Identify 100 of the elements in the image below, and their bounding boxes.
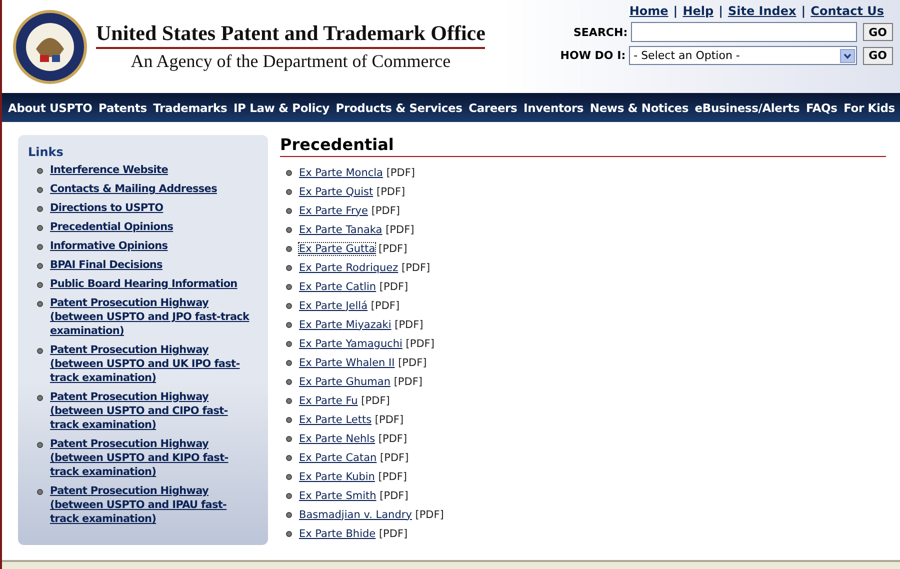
bullet-icon xyxy=(286,208,292,214)
document-link[interactable]: Ex Parte Frye xyxy=(299,204,368,216)
document-link[interactable]: Ex Parte Rodriquez xyxy=(299,262,398,274)
document-link[interactable]: Ex Parte Nehls xyxy=(299,432,376,444)
document-entry: Ex Parte Quist [PDF] xyxy=(299,186,406,198)
how-do-i-label: HOW DO I: xyxy=(560,49,626,62)
bullet-icon xyxy=(286,398,292,404)
sidebar-link[interactable]: Patent Prosecution Highway (between USPTO and UK IPO fast-track examination) xyxy=(50,343,254,385)
document-entry: Ex Parte Smith [PDF] xyxy=(299,490,408,502)
site-subtitle: An Agency of the Department of Commerce xyxy=(130,51,452,72)
bullet-icon xyxy=(37,282,43,288)
nav-link[interactable]: eBusiness/Alerts xyxy=(694,100,800,114)
link-separator: | xyxy=(801,4,806,18)
document-link[interactable]: Ex Parte Jellá xyxy=(299,300,368,312)
section-heading: Precedential xyxy=(280,135,886,157)
sidebar-link[interactable]: Interference Website xyxy=(50,163,168,177)
panel-title: Links xyxy=(28,145,64,159)
document-link[interactable]: Ex Parte Whalen II xyxy=(299,356,395,368)
link-separator: | xyxy=(718,4,723,18)
document-entry: Ex Parte Frye [PDF] xyxy=(299,204,400,216)
document-entry: Ex Parte Moncla [PDF] xyxy=(299,166,415,178)
search-field[interactable] xyxy=(630,22,857,42)
document-link[interactable]: Ex Parte Kubin xyxy=(299,470,375,482)
bullet-icon xyxy=(286,322,292,328)
document-link[interactable]: Ex Parte Miyazaki xyxy=(299,318,392,330)
sidebar-link[interactable]: BPAI Final Decisions xyxy=(50,258,162,272)
nav-link[interactable]: For Kids xyxy=(844,100,895,114)
sidebar-link[interactable]: Patent Prosecution Highway (between USPTO and IPAU fast-track examination) xyxy=(50,484,254,526)
bullet-icon xyxy=(286,492,292,498)
option-dropdown[interactable]: - Select an Option - xyxy=(628,46,857,65)
document-entry: Ex Parte Kubin [PDF] xyxy=(299,470,407,482)
bullet-icon xyxy=(286,246,292,252)
header-link[interactable]: Home xyxy=(629,4,668,18)
go-button[interactable]: GO xyxy=(862,23,893,41)
document-entry: Ex Parte Jellá [PDF] xyxy=(299,300,400,312)
document-link[interactable]: Ex Parte Gutta xyxy=(299,242,376,254)
bullet-icon xyxy=(286,340,292,346)
document-link[interactable]: Ex Parte Yamaguchi xyxy=(299,338,402,350)
bullet-icon xyxy=(286,378,292,384)
site-title: United States Patent and Trademark Office xyxy=(96,21,486,49)
sidebar-link[interactable]: Precedential Opinions xyxy=(50,220,174,234)
sidebar-link[interactable]: Public Board Hearing Information xyxy=(50,277,238,291)
nav-link[interactable]: Patents xyxy=(98,100,147,114)
document-link[interactable]: Ex Parte Catlin xyxy=(299,280,376,292)
bullet-icon xyxy=(286,226,292,232)
document-entry: Ex Parte Rodriquez [PDF] xyxy=(299,262,430,274)
header-link[interactable]: Site Index xyxy=(728,4,796,18)
search-label: SEARCH: xyxy=(574,26,628,38)
nav-link[interactable]: News & Notices xyxy=(590,100,688,114)
sidebar-link[interactable]: Patent Prosecution Highway (between USPTO and KIPO fast-track examination) xyxy=(50,437,254,479)
document-link[interactable]: Basmadjian v. Landry xyxy=(299,508,412,520)
bullet-icon xyxy=(286,436,292,442)
sidebar-link[interactable]: Contacts & Mailing Addresses xyxy=(50,182,217,196)
bullet-icon xyxy=(286,170,292,176)
bullet-icon xyxy=(286,416,292,422)
bullet-icon xyxy=(286,530,292,536)
bullet-icon xyxy=(37,442,43,448)
sidebar-link[interactable]: Patent Prosecution Highway (between USPTO and CIPO fast-track examination) xyxy=(50,390,254,432)
document-link[interactable]: Ex Parte Fu xyxy=(299,394,358,406)
bullet-icon xyxy=(37,168,43,174)
document-entry: Ex Parte Catlin [PDF] xyxy=(299,280,408,292)
nav-link[interactable]: Products & Services xyxy=(336,100,462,114)
document-link[interactable]: Ex Parte Tanaka xyxy=(299,224,382,236)
nav-link[interactable]: About USPTO xyxy=(8,100,92,114)
bullet-icon xyxy=(286,188,292,194)
bullet-icon xyxy=(286,284,292,290)
document-link[interactable]: Ex Parte Smith xyxy=(299,490,376,502)
document-link[interactable]: Ex Parte Catan xyxy=(299,452,377,464)
nav-link[interactable]: Careers xyxy=(468,100,518,114)
document-entry: Ex Parte Tanaka [PDF] xyxy=(299,224,414,236)
document-link[interactable]: Ex Parte Ghuman xyxy=(299,376,390,388)
document-entry: Ex Parte Nehls [PDF] xyxy=(299,432,408,444)
bullet-icon xyxy=(37,225,43,231)
bullet-icon xyxy=(286,302,292,308)
document-link[interactable]: Ex Parte Quist xyxy=(299,186,374,198)
nav-link[interactable]: Inventors xyxy=(524,100,584,114)
bullet-icon xyxy=(286,264,292,270)
nav-link[interactable]: FAQs xyxy=(806,100,838,114)
bullet-icon xyxy=(37,348,43,354)
bullet-icon xyxy=(37,395,43,401)
nav-link[interactable]: IP Law & Policy xyxy=(233,100,330,114)
sidebar-link[interactable]: Directions to USPTO xyxy=(50,201,164,215)
document-entry: Ex Parte Whalen II [PDF] xyxy=(299,356,427,368)
document-entry: Ex Parte Miyazaki [PDF] xyxy=(299,318,424,330)
header-link[interactable]: Contact Us xyxy=(810,4,884,18)
bullet-icon xyxy=(286,360,292,366)
document-entry: Ex Parte Gutta [PDF] xyxy=(299,242,408,254)
bullet-icon xyxy=(37,301,43,307)
document-link[interactable]: Ex Parte Moncla xyxy=(299,166,383,178)
nav-link[interactable]: Trademarks xyxy=(153,100,228,114)
document-entry: Ex Parte Yamaguchi [PDF] xyxy=(299,338,434,350)
header-link[interactable]: Help xyxy=(682,4,714,18)
bullet-icon xyxy=(286,512,292,518)
sidebar-link[interactable]: Informative Opinions xyxy=(50,239,168,253)
bullet-icon xyxy=(37,263,43,269)
bullet-icon xyxy=(286,474,292,480)
sidebar-link[interactable]: Patent Prosecution Highway (between USPTO and JPO fast-track examination) xyxy=(50,296,254,338)
document-link[interactable]: Ex Parte Bhide xyxy=(299,528,376,540)
go-button[interactable]: GO xyxy=(862,46,893,64)
document-link[interactable]: Ex Parte Letts xyxy=(299,414,372,426)
